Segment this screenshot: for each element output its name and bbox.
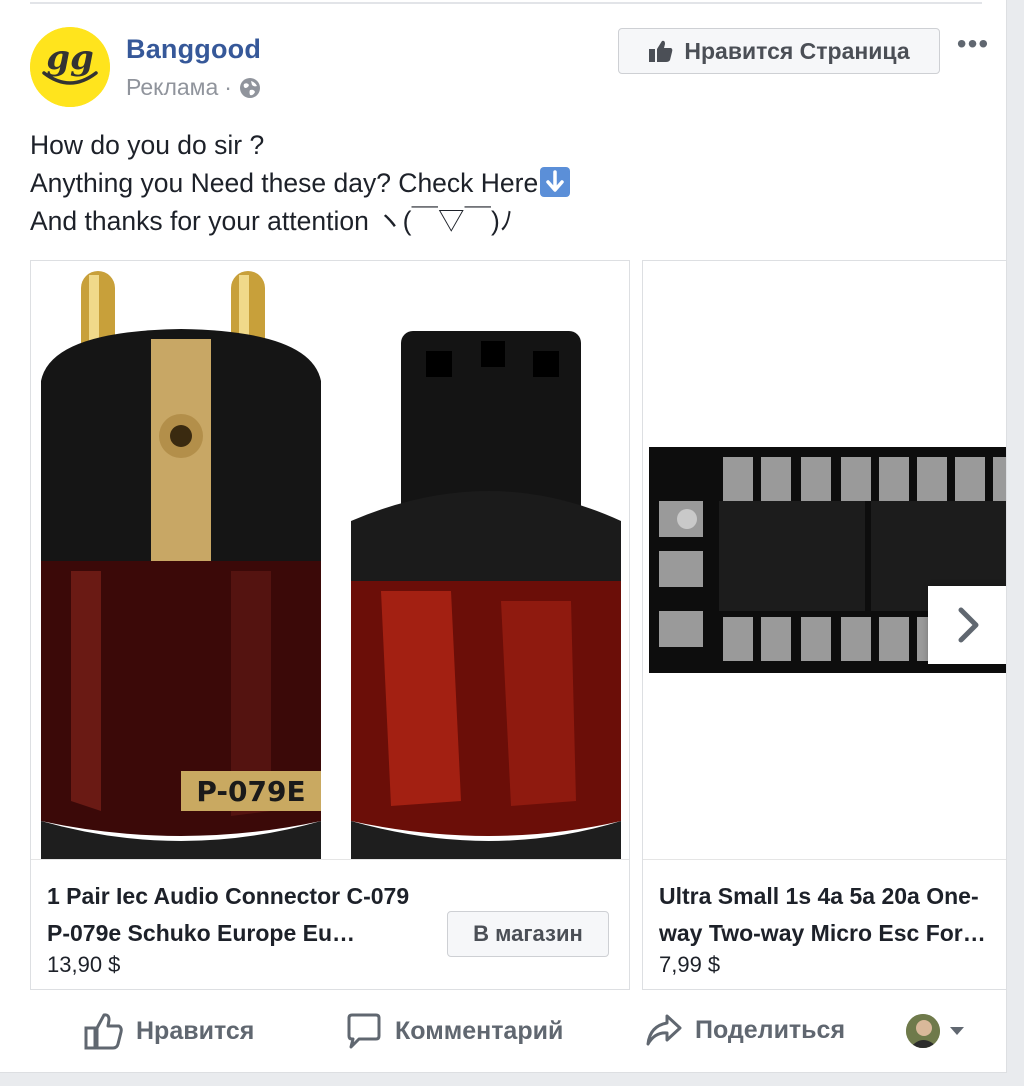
carousel-card[interactable]: P-079E 1 Pair Iec Audio Connector C-079 …: [30, 260, 630, 990]
product-image-connector[interactable]: P-079E: [31, 261, 629, 859]
message-line-1: How do you do sir ?: [30, 130, 265, 160]
post-actions: Нравится Комментарий Поделиться: [0, 1004, 1006, 1062]
product-title[interactable]: 1 Pair Iec Audio Connector C-079 P-079e …: [47, 878, 437, 952]
product-carousel: P-079E 1 Pair Iec Audio Connector C-079 …: [30, 260, 1006, 992]
product-price: 7,99 $: [659, 952, 721, 977]
message-line-3: And thanks for your attention ヽ(￣▽￣)ﾉ: [30, 206, 514, 236]
meta-separator: ·: [224, 74, 232, 100]
caret-down-icon: [950, 1027, 964, 1035]
down-arrow-icon: [540, 167, 571, 197]
card-footer: Ultra Small 1s 4a 5a 20a One-way Two-way…: [643, 859, 1006, 989]
message-line-2-text: Anything you Need these day? Check Here: [30, 168, 539, 198]
thumbs-up-icon: [649, 40, 673, 62]
comment-label: Комментарий: [395, 1016, 564, 1045]
like-button[interactable]: Нравится: [84, 1012, 254, 1050]
react-as-selector[interactable]: [906, 1014, 966, 1048]
comment-button[interactable]: Комментарий: [345, 1012, 563, 1050]
comment-icon: [347, 1013, 381, 1049]
banggood-logo-icon: gg: [30, 27, 110, 107]
post-message: How do you do sir ? Anything you Need th…: [30, 126, 571, 240]
like-page-label: Нравится Страница: [684, 37, 910, 64]
like-page-button[interactable]: Нравится Страница: [618, 28, 940, 74]
card-footer: 1 Pair Iec Audio Connector C-079 P-079e …: [31, 859, 629, 989]
more-options-button[interactable]: •••: [955, 30, 991, 58]
svg-text:P-079E: P-079E: [196, 775, 305, 808]
post-meta: Реклама ·: [126, 74, 262, 101]
globe-icon[interactable]: [238, 76, 262, 100]
product-price: 13,90 $: [47, 952, 121, 977]
shop-now-button[interactable]: В магазин: [447, 911, 609, 957]
share-button[interactable]: Поделиться: [645, 1012, 845, 1048]
thumbs-up-outline-icon: [84, 1013, 123, 1050]
feed-post: gg Banggood Реклама · Нравится Страница …: [0, 0, 1007, 1073]
divider: [30, 2, 982, 4]
page-name-link[interactable]: Banggood: [126, 34, 261, 65]
share-label: Поделиться: [695, 1015, 846, 1044]
share-icon: [646, 1014, 682, 1046]
chevron-right-icon: [958, 607, 979, 643]
like-label: Нравится: [136, 1016, 255, 1045]
avatar: [906, 1014, 940, 1048]
product-title[interactable]: Ultra Small 1s 4a 5a 20a One-way Two-way…: [659, 878, 1006, 952]
svg-text:gg: gg: [46, 38, 94, 78]
page-avatar[interactable]: gg: [30, 27, 110, 107]
carousel-next-button[interactable]: [928, 586, 1006, 664]
sponsored-label[interactable]: Реклама: [126, 74, 218, 101]
message-line-2: Anything you Need these day? Check Here: [30, 164, 571, 202]
product-image-esc[interactable]: [643, 261, 1006, 859]
